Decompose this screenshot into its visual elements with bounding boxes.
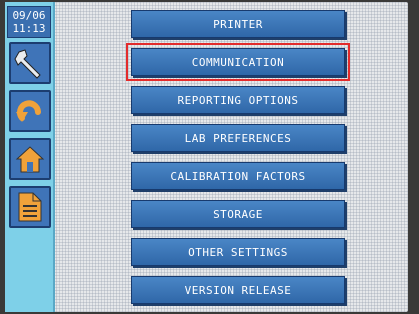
other-settings-button[interactable]: OTHER SETTINGS <box>131 238 345 266</box>
home-icon <box>13 142 47 176</box>
time-text: 11:13 <box>12 22 46 35</box>
clock-display: 09/06 11:13 <box>7 6 51 38</box>
device-screen: 09/06 11:13 PRINTER COMMUNICATION REPORT… <box>5 2 408 312</box>
wrench-icon <box>13 46 47 80</box>
report-button[interactable] <box>9 186 51 228</box>
lab-preferences-button[interactable]: LAB PREFERENCES <box>131 124 345 152</box>
back-arrow-icon <box>13 94 47 128</box>
home-button[interactable] <box>9 138 51 180</box>
sidebar: 09/06 11:13 <box>5 2 55 312</box>
date-text: 09/06 <box>12 9 46 22</box>
document-icon <box>13 190 47 224</box>
storage-button[interactable]: STORAGE <box>131 200 345 228</box>
settings-button[interactable] <box>9 42 51 84</box>
reporting-options-button[interactable]: REPORTING OPTIONS <box>131 86 345 114</box>
communication-button[interactable]: COMMUNICATION <box>126 43 350 81</box>
back-button[interactable] <box>9 90 51 132</box>
calibration-factors-button[interactable]: CALIBRATION FACTORS <box>131 162 345 190</box>
version-release-button[interactable]: VERSION RELEASE <box>131 276 345 304</box>
printer-button[interactable]: PRINTER <box>131 10 345 38</box>
